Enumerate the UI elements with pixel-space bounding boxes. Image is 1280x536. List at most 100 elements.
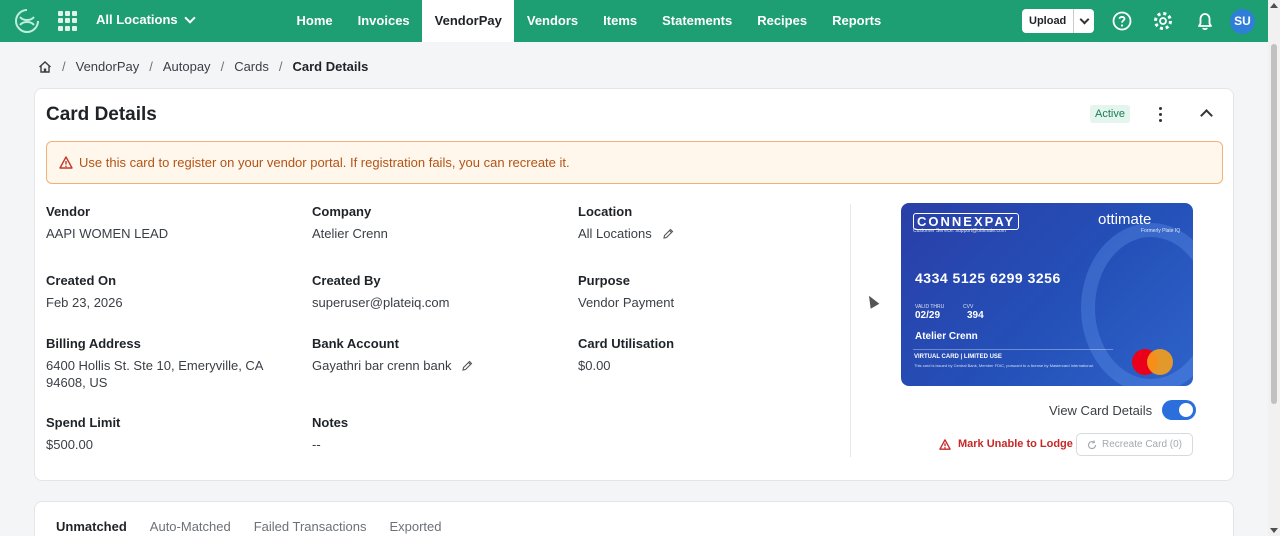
created-on-field: Created On Feb 23, 2026	[46, 273, 123, 311]
nav-invoices[interactable]: Invoices	[345, 0, 422, 42]
chevron-down-icon	[1079, 14, 1090, 24]
ottimate-subtext: Formerly Plate IQ	[1141, 228, 1181, 234]
tab-bar: Unmatched Auto-Matched Failed Transactio…	[56, 519, 442, 534]
bell-icon[interactable]	[1194, 10, 1216, 32]
company-field: Company Atelier Crenn	[312, 204, 388, 242]
company-label: Company	[312, 204, 372, 219]
card-utilisation-label: Card Utilisation	[578, 336, 675, 351]
avatar[interactable]: SU	[1230, 9, 1255, 34]
purpose-field: Purpose Vendor Payment	[578, 273, 674, 311]
notes-label: Notes	[312, 415, 349, 430]
cvv-value: 394	[967, 310, 984, 321]
nav-reports[interactable]: Reports	[820, 0, 894, 42]
nav-recipes[interactable]: Recipes	[745, 0, 820, 42]
created-by-field: Created By superuser@plateiq.com	[312, 273, 449, 311]
nav-statements[interactable]: Statements	[650, 0, 745, 42]
breadcrumb-separator: /	[62, 59, 66, 74]
top-navbar: All Locations Home Invoices VendorPay Ve…	[0, 0, 1268, 42]
card-fine-print: This card is issued by Central Bank, Mem…	[914, 363, 1094, 368]
location-field: Location All Locations	[578, 204, 674, 242]
edit-pencil-icon[interactable]	[662, 228, 674, 240]
upload-button[interactable]: Upload	[1022, 9, 1094, 33]
nav-home[interactable]: Home	[284, 0, 345, 42]
mastercard-logo-icon	[1147, 349, 1173, 375]
view-card-details-row: View Card Details	[1049, 400, 1197, 420]
chevron-up-icon[interactable]	[1200, 109, 1213, 122]
location-value: All Locations	[578, 226, 652, 241]
billing-address-label: Billing Address	[46, 336, 141, 351]
refresh-icon	[1087, 439, 1097, 449]
breadcrumb-separator: /	[149, 59, 153, 74]
breadcrumb-separator: /	[278, 59, 283, 74]
virtual-card-image: CONNEXPAY Customer Service: support@otti…	[901, 203, 1193, 386]
upload-dropdown-toggle[interactable]	[1074, 14, 1094, 24]
recreate-card-label: Recreate Card (0)	[1101, 439, 1183, 450]
bank-account-value: Gayathri bar crenn bank	[312, 358, 452, 373]
purpose-label: Purpose	[578, 273, 631, 288]
nav-vendors[interactable]: Vendors	[514, 0, 590, 42]
card-details-panel: Card Details Active Use this card to reg…	[34, 88, 1234, 481]
app-grid-icon[interactable]	[58, 11, 78, 31]
tab-exported[interactable]: Exported	[389, 519, 441, 534]
vendor-value: AAPI WOMEN LEAD	[46, 226, 169, 241]
bank-account-label: Bank Account	[312, 336, 399, 351]
created-by-value: superuser@plateiq.com	[312, 295, 450, 310]
card-utilisation-value: $0.00	[578, 358, 611, 373]
location-switcher[interactable]: All Locations	[96, 11, 196, 27]
bank-account-field: Bank Account Gayathri bar crenn bank	[312, 336, 473, 374]
page-title: Card Details	[46, 104, 157, 125]
valid-thru-value: 02/29	[915, 310, 941, 321]
location-label: Location	[578, 204, 633, 219]
breadcrumb-cards[interactable]: Cards	[234, 59, 269, 74]
issuer-support-text: Customer Service: support@ottimate.com	[913, 228, 1006, 234]
mark-unable-label: Mark Unable to Lodge	[958, 438, 1073, 450]
breadcrumb-autopay[interactable]: Autopay	[163, 59, 211, 74]
view-card-details-toggle[interactable]	[1162, 400, 1197, 420]
card-utilisation-field: Card Utilisation $0.00	[578, 336, 674, 374]
warning-alert: Use this card to register on your vendor…	[46, 141, 1223, 184]
transactions-tabs-panel: Unmatched Auto-Matched Failed Transactio…	[34, 501, 1234, 536]
purpose-value: Vendor Payment	[578, 295, 675, 310]
notes-value: --	[312, 437, 321, 452]
scrollbar-thumb[interactable]	[1271, 44, 1277, 404]
upload-button-label: Upload	[1022, 9, 1075, 33]
spend-limit-label: Spend Limit	[46, 415, 121, 430]
gear-icon[interactable]	[1152, 10, 1174, 32]
home-icon[interactable]	[38, 60, 52, 74]
view-card-details-label: View Card Details	[1049, 402, 1153, 418]
created-on-value: Feb 23, 2026	[46, 295, 123, 310]
vendor-field: Vendor AAPI WOMEN LEAD	[46, 204, 168, 242]
scroll-down-arrow-icon[interactable]	[1270, 528, 1278, 533]
edit-pencil-icon[interactable]	[461, 360, 473, 372]
nav-items[interactable]: Items	[591, 0, 650, 42]
vendor-label: Vendor	[46, 204, 91, 219]
card-number: 4334 5125 6299 3256	[915, 270, 1061, 286]
card-type-label: VIRTUAL CARD | LIMITED USE	[914, 354, 1002, 360]
warning-icon	[59, 156, 73, 169]
section-divider	[850, 204, 851, 457]
breadcrumb-vendorpay[interactable]: VendorPay	[76, 59, 140, 74]
created-by-label: Created By	[312, 273, 381, 288]
created-on-label: Created On	[46, 273, 117, 288]
spend-limit-value: $500.00	[46, 437, 93, 452]
more-options-icon[interactable]	[1155, 105, 1165, 123]
ottimate-logo: ottimate	[1098, 211, 1152, 228]
breadcrumb-separator: /	[220, 59, 225, 74]
plateiq-logo-icon[interactable]	[12, 7, 42, 35]
nav-vendorpay[interactable]: VendorPay	[422, 0, 515, 42]
tab-auto-matched[interactable]: Auto-Matched	[150, 519, 231, 534]
warning-icon	[939, 438, 951, 450]
company-value: Atelier Crenn	[312, 226, 388, 241]
page-scrollbar[interactable]	[1268, 0, 1280, 536]
billing-address-field: Billing Address 6400 Hollis St. Ste 10, …	[46, 336, 301, 391]
tab-unmatched[interactable]: Unmatched	[56, 519, 127, 534]
notes-field: Notes --	[312, 415, 348, 453]
scroll-up-arrow-icon[interactable]	[1270, 3, 1278, 8]
mark-unable-to-lodge-button[interactable]: Mark Unable to Lodge	[939, 438, 1073, 450]
recreate-card-button[interactable]: Recreate Card (0)	[1076, 433, 1193, 456]
spend-limit-field: Spend Limit $500.00	[46, 415, 120, 453]
tab-failed-transactions[interactable]: Failed Transactions	[254, 519, 367, 534]
help-icon[interactable]	[1111, 10, 1133, 32]
breadcrumb-current: Card Details	[292, 59, 369, 74]
card-holder: Atelier Crenn	[915, 331, 978, 342]
